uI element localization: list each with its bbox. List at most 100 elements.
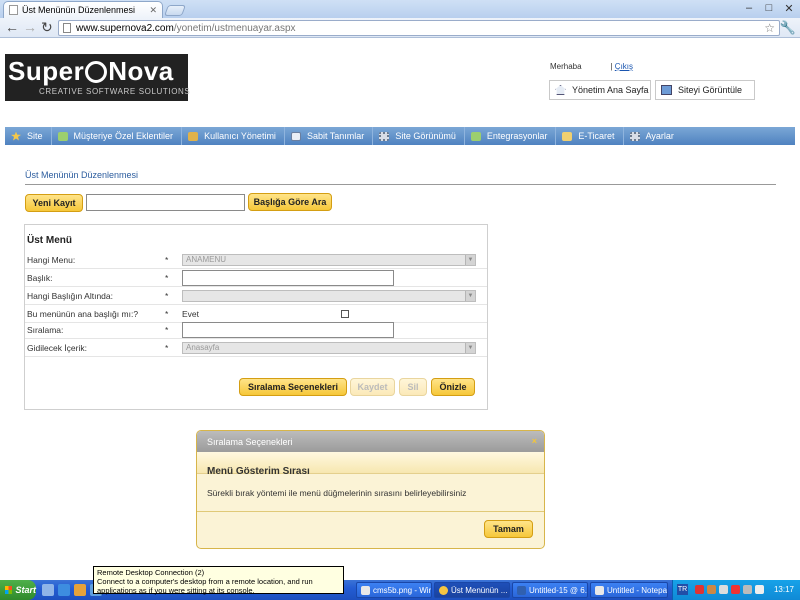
browser-tab-title: Üst Menünün Düzenlenmesi [22,5,136,15]
nav-item-ecommerce[interactable]: E-Ticaret [556,127,624,145]
taskbar-item[interactable]: Untitled - Notepad [590,582,668,598]
tab-close-icon[interactable]: ✕ [149,5,157,16]
title-search-input[interactable] [86,194,245,211]
page-icon [63,23,71,33]
start-button[interactable]: Start [0,580,36,600]
page-title: Üst Menünün Düzenlenmesi [25,170,139,180]
taskbar-item-label: Untitled - Notepad [607,585,668,595]
taskbar-item-label: Untitled-15 @ 6... [529,585,588,595]
nav-item-integrations[interactable]: Entegrasyonlar [465,127,557,145]
plugin-icon [470,131,481,141]
chevron-down-icon: ▼ [465,343,475,353]
dialog-close-icon[interactable]: × [532,436,537,446]
menu-select[interactable]: ANAMENU ▼ [182,254,476,266]
logo-right: Nova [108,56,174,86]
tray-alert-icon[interactable] [731,585,740,594]
taskbar-item-label: Üst Menünün ... [451,585,508,595]
maximize-icon[interactable]: □ [762,2,776,15]
document-icon [290,131,301,141]
parent-label: Hangi Başlığın Altında: [27,291,114,301]
minimize-icon[interactable]: – [742,2,756,15]
supernova-logo[interactable]: Super Nova CREATIVE SOFTWARE SOLUTIONS [5,54,190,101]
quicklaunch-desktop-icon[interactable] [42,584,54,596]
tray-volume-icon[interactable] [743,585,752,594]
is-main-checkbox[interactable] [341,310,349,318]
form-heading: Üst Menü [27,235,72,246]
bookmark-star-icon[interactable]: ☆ [764,21,775,35]
quicklaunch-media-icon[interactable] [74,584,86,596]
ok-button[interactable]: Tamam [484,520,533,538]
order-input[interactable] [182,322,394,338]
windows-flag-icon [5,586,13,594]
parent-select[interactable]: ▼ [182,290,476,302]
address-bar[interactable]: www.supernova2.com/yonetim/ustmenuayar.a… [58,20,780,36]
browser-tab-strip: Üst Menünün Düzenlenmesi ✕ – □ ✕ [0,0,800,18]
dialog-title: Sıralama Seçenekleri [207,436,293,447]
preview-button[interactable]: Önizle [431,378,475,396]
title-label: Başlık: [27,273,53,283]
required-mark: * [165,343,169,353]
delete-button[interactable]: Sil [399,378,427,396]
photoshop-icon [517,585,526,595]
admin-home-label: Yönetim Ana Sayfa [572,85,649,95]
order-options-button[interactable]: Sıralama Seçenekleri [239,378,347,396]
save-button[interactable]: Kaydet [350,378,395,396]
forward-arrow-icon[interactable]: → [23,20,37,35]
nav-item-site[interactable]: Site [5,127,52,145]
url-path: /yonetim/ustmenuayar.aspx [173,22,296,34]
close-window-icon[interactable]: ✕ [782,2,796,15]
taskbar-item-active[interactable]: Üst Menünün ... [434,582,510,598]
user-greeting: Merhaba | Çıkış [550,62,634,71]
greeting-text: Merhaba [550,62,582,71]
content-select-value: Anasayfa [186,343,220,352]
order-label: Sıralama: [27,325,64,335]
quicklaunch-ie-icon[interactable] [58,584,70,596]
menu-label: Hangi Menu: [27,255,76,265]
nav-item-label: Müşteriye Özel Eklentiler [73,131,174,141]
form-row-title: Başlık: * [25,269,487,287]
view-site-button[interactable]: Siteyi Görüntüle [655,80,755,100]
main-nav: Site Müşteriye Özel Eklentiler Kullanıcı… [5,127,795,145]
url-host: www.supernova2.com [76,22,174,34]
home-icon [555,85,566,95]
user-icon [188,131,199,141]
image-viewer-icon [361,585,370,595]
new-record-button[interactable]: Yeni Kayıt [25,194,83,212]
nav-item-custom-plugins[interactable]: Müşteriye Özel Eklentiler [52,127,183,145]
browser-tab[interactable]: Üst Menünün Düzenlenmesi ✕ [3,1,163,18]
wrench-menu-icon[interactable]: 🔧 [780,20,796,36]
monitor-icon [661,85,672,95]
search-by-title-button[interactable]: Başlığa Göre Ara [248,193,332,211]
back-arrow-icon[interactable]: ← [5,20,19,35]
taskbar-item[interactable]: Untitled-15 @ 6... [512,582,588,598]
nav-item-user-management[interactable]: Kullanıcı Yönetimi [182,127,285,145]
start-label: Start [15,585,36,595]
tray-network-icon[interactable] [719,585,728,594]
gear-icon [629,131,640,141]
page-favicon-icon [9,5,18,15]
tray-app-icon[interactable] [707,585,716,594]
dialog-titlebar[interactable]: Sıralama Seçenekleri [197,431,544,452]
tray-antivirus-icon[interactable] [695,585,704,594]
nav-item-label: E-Ticaret [578,131,615,141]
logo-orbit-icon [85,61,108,83]
star-icon [11,131,21,141]
form-row-content: Gidilecek İçerik: * Anasayfa ▼ [25,339,487,357]
taskbar-item-label: cms5b.png - Win... [373,585,432,595]
title-input[interactable] [182,270,394,286]
nav-item-settings[interactable]: Ayarlar [624,127,682,145]
language-indicator[interactable]: TR [677,584,688,595]
logo-left: Super [8,56,85,86]
tray-safely-remove-icon[interactable] [755,585,764,594]
nav-item-label: Entegrasyonlar [486,131,548,141]
nav-item-site-appearance[interactable]: Site Görünümü [373,127,465,145]
admin-home-button[interactable]: Yönetim Ana Sayfa [549,80,651,100]
nav-item-fixed-definitions[interactable]: Sabit Tanımlar [285,127,374,145]
logout-link[interactable]: Çıkış [615,62,633,71]
required-mark: * [165,291,169,301]
new-tab-button[interactable] [163,5,187,16]
taskbar-item[interactable]: cms5b.png - Win... [356,582,432,598]
gear-icon [379,131,390,141]
reload-icon[interactable]: ↻ [41,20,53,35]
content-select[interactable]: Anasayfa ▼ [182,342,476,354]
